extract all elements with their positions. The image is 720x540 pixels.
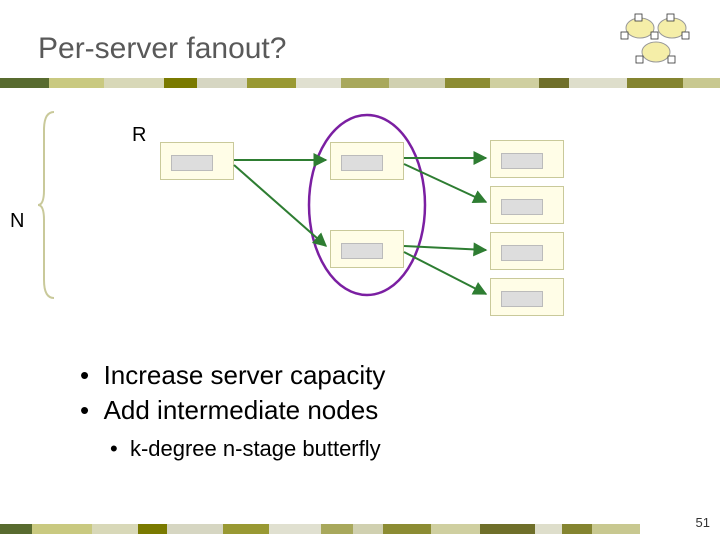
bullet-2: • Add intermediate nodes: [80, 395, 385, 426]
page-number: 51: [696, 515, 710, 530]
bullet-list: • Increase server capacity • Add interme…: [80, 360, 385, 462]
sub-bullet-1-text: k-degree n-stage butterfly: [130, 436, 381, 461]
bullet-1: • Increase server capacity: [80, 360, 385, 391]
bullet-2-text: Add intermediate nodes: [104, 395, 379, 425]
network-logo-icon: [612, 8, 702, 70]
color-stripe-bottom: [0, 524, 640, 534]
sub-bullet-1: • k-degree n-stage butterfly: [110, 436, 385, 462]
fanout-arrows: [20, 110, 580, 320]
highlight-ellipse: [309, 115, 425, 295]
color-stripe-top: [0, 78, 720, 88]
slide-title: Per-server fanout?: [38, 32, 286, 66]
fanout-diagram: N R: [20, 110, 580, 320]
bullet-1-text: Increase server capacity: [104, 360, 386, 390]
